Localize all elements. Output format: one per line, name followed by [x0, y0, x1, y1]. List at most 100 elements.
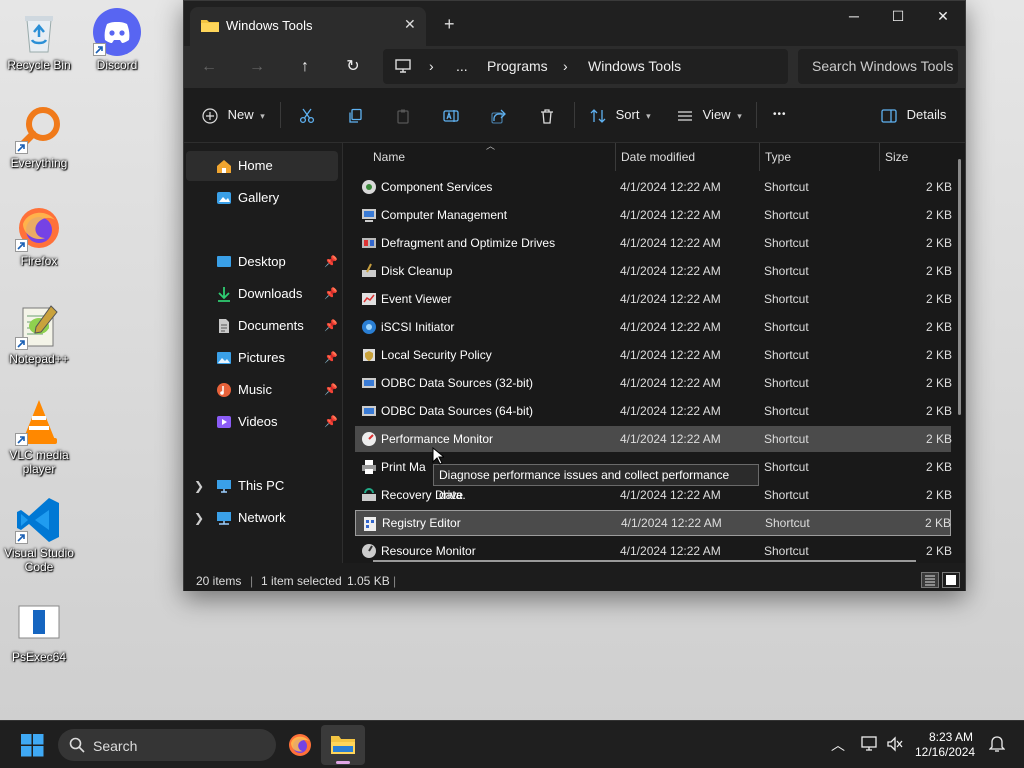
nav-item-home[interactable]: Home [186, 151, 338, 181]
file-row[interactable]: Disk Cleanup 4/1/2024 12:22 AM Shortcut … [355, 258, 952, 284]
tab-windows-tools[interactable]: Windows Tools ✕ [190, 7, 426, 46]
desktop-icon-firefox[interactable]: Firefox [0, 204, 78, 268]
divider [879, 143, 880, 171]
sort-button[interactable]: Sort ▾ [590, 104, 651, 126]
column-header-name[interactable]: Name [373, 143, 405, 171]
new-button[interactable]: New ▾ [202, 104, 265, 126]
paste-button[interactable] [395, 104, 411, 126]
pin-icon[interactable]: 📌 [324, 279, 338, 309]
recovery-drive-icon [362, 488, 376, 501]
search-box[interactable]: Search Windows Tools [798, 49, 958, 84]
file-row-hovered[interactable]: Performance Monitor 4/1/2024 12:22 AM Sh… [355, 426, 952, 452]
file-explorer-taskbar-button[interactable] [321, 725, 365, 765]
file-row[interactable]: Defragment and Optimize Drives 4/1/2024 … [355, 230, 952, 256]
file-row[interactable]: Computer Management 4/1/2024 12:22 AM Sh… [355, 202, 952, 228]
column-header-size[interactable]: Size [885, 143, 908, 171]
pin-icon[interactable]: 📌 [324, 311, 338, 341]
file-row[interactable]: ODBC Data Sources (64-bit) 4/1/2024 12:2… [355, 398, 952, 424]
details-view-button[interactable] [921, 572, 939, 588]
breadcrumb[interactable]: › ... Programs › Windows Tools [383, 49, 788, 84]
network-icon [217, 512, 231, 525]
more-options-button[interactable]: ••• [773, 104, 787, 126]
clock[interactable]: 8:23 AM 12/16/2024 [915, 730, 975, 760]
file-row[interactable]: iSCSI Initiator 4/1/2024 12:22 AM Shortc… [355, 314, 952, 340]
file-row[interactable]: Local Security Policy 4/1/2024 12:22 AM … [355, 342, 952, 368]
home-icon [217, 160, 231, 173]
chevron-up-icon[interactable]: ︿ [831, 735, 845, 755]
nav-item-this-pc[interactable]: ❯ This PC [186, 471, 338, 501]
forward-button[interactable]: → [246, 56, 268, 78]
monitor-icon [395, 59, 411, 73]
pin-icon[interactable]: 📌 [324, 375, 338, 405]
nav-item-network[interactable]: ❯ Network [186, 503, 338, 533]
minimize-button[interactable]: ─ [831, 1, 877, 31]
close-window-button[interactable]: ✕ [920, 1, 966, 31]
desktop-icon-notepad-plus-plus[interactable]: Notepad++ [0, 302, 78, 366]
refresh-button[interactable]: ↻ [342, 56, 364, 78]
breadcrumb-programs[interactable]: Programs [487, 58, 548, 74]
mouse-cursor-icon [432, 447, 444, 465]
folder-icon [331, 736, 355, 754]
nav-item-documents[interactable]: Documents 📌 [186, 311, 338, 341]
chevron-right-icon[interactable]: ❯ [194, 503, 204, 533]
desktop-icon-vlc[interactable]: VLC media player [0, 398, 78, 476]
details-pane-button[interactable]: Details [881, 104, 946, 126]
column-header-date-modified[interactable]: Date modified [621, 143, 695, 171]
close-tab-icon[interactable]: ✕ [404, 16, 416, 33]
volume-muted-icon[interactable] [886, 736, 904, 752]
share-button[interactable] [491, 104, 507, 126]
video-icon [217, 416, 231, 428]
shortcut-arrow-icon [15, 239, 28, 252]
column-header-type[interactable]: Type [765, 143, 791, 171]
desktop-icon-recycle-bin[interactable]: Recycle Bin [0, 8, 78, 72]
cut-button[interactable] [299, 104, 315, 126]
rename-button[interactable] [443, 104, 459, 126]
new-tab-button[interactable]: + [444, 15, 455, 33]
file-row[interactable]: Component Services 4/1/2024 12:22 AM Sho… [355, 174, 952, 200]
nav-item-pictures[interactable]: Pictures 📌 [186, 343, 338, 373]
download-icon [218, 287, 230, 302]
pin-icon[interactable]: 📌 [324, 343, 338, 373]
network-status-icon[interactable] [861, 736, 879, 752]
file-row[interactable]: ODBC Data Sources (32-bit) 4/1/2024 12:2… [355, 370, 952, 396]
nav-item-gallery[interactable]: Gallery [186, 183, 338, 213]
nav-item-label: Gallery [238, 190, 280, 205]
delete-button[interactable] [539, 104, 555, 126]
desktop-icon-vscode[interactable]: Visual Studio Code [0, 496, 78, 574]
taskbar-search-box[interactable]: Search [58, 729, 276, 761]
nav-item-desktop[interactable]: Desktop 📌 [186, 247, 338, 277]
shortcut-arrow-icon [15, 531, 28, 544]
up-button[interactable]: ↑ [294, 56, 316, 78]
desktop-icon-psexec64[interactable]: PsExec64 [0, 600, 78, 664]
document-icon [219, 319, 229, 333]
desktop-icon-discord[interactable]: Discord [78, 8, 156, 72]
nav-item-downloads[interactable]: Downloads 📌 [186, 279, 338, 309]
breadcrumb-overflow[interactable]: ... [456, 58, 468, 74]
pin-icon[interactable]: 📌 [324, 247, 338, 277]
file-row-selected[interactable]: Registry Editor 4/1/2024 12:22 AM Shortc… [355, 510, 951, 536]
file-name: Registry Editor [382, 516, 461, 530]
start-windows-icon[interactable] [21, 734, 44, 757]
firefox-taskbar-icon[interactable] [288, 733, 312, 757]
nav-item-videos[interactable]: Videos 📌 [186, 407, 338, 437]
file-row[interactable]: Event Viewer 4/1/2024 12:22 AM Shortcut … [355, 286, 952, 312]
pin-icon[interactable]: 📌 [324, 407, 338, 437]
view-button[interactable]: View ▾ [677, 104, 742, 126]
disk-cleanup-icon [362, 263, 376, 277]
file-size: 2 KB [925, 348, 952, 362]
tiles-view-button[interactable] [942, 572, 960, 588]
divider: | [250, 574, 254, 588]
breadcrumb-windows-tools[interactable]: Windows Tools [588, 58, 681, 74]
nav-item-music[interactable]: Music 📌 [186, 375, 338, 405]
vertical-scrollbar[interactable] [958, 159, 961, 415]
file-name: ODBC Data Sources (64-bit) [381, 404, 534, 418]
maximize-button[interactable]: ☐ [875, 1, 921, 31]
back-button[interactable]: ← [198, 56, 220, 78]
copy-button[interactable] [347, 104, 363, 126]
horizontal-scrollbar[interactable] [373, 560, 916, 562]
file-size: 2 KB [924, 516, 951, 530]
rename-icon [443, 109, 459, 122]
notification-bell-icon[interactable] [989, 736, 1005, 753]
chevron-right-icon[interactable]: ❯ [194, 471, 204, 501]
desktop-icon-everything[interactable]: Everything [0, 106, 78, 170]
